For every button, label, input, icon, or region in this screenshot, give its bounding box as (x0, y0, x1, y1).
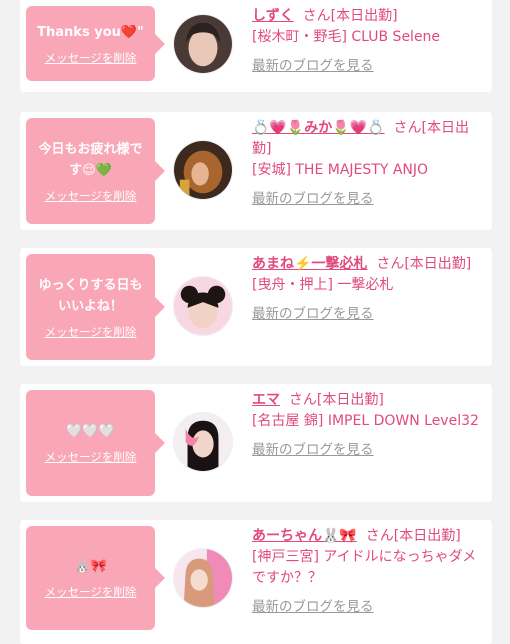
shop-name: [曳舟・押上] 一撃必札 (252, 277, 394, 293)
message-bubble: Thanks you❤️" メッセージを削除 (26, 6, 165, 81)
cast-info: 💍💗🌷みか🌷💗💍 さん[本日出勤] [安城] THE MAJESTY ANJO … (252, 118, 488, 210)
shop-name: [安城] THE MAJESTY ANJO (252, 162, 429, 178)
delete-message-link[interactable]: メッセージを削除 (45, 50, 137, 66)
message-bubble: ゆっくりする日もいいよね！ メッセージを削除 (26, 254, 165, 360)
cast-status: さん[本日出勤] (365, 528, 461, 544)
message-text: 🤍🤍🤍 (66, 424, 115, 439)
message-card: ゆっくりする日もいいよね！ メッセージを削除 あまね⚡️一撃必札 さん[本日出勤… (20, 248, 492, 366)
message-bubble: 🤍🤍🤍 メッセージを削除 (26, 390, 165, 496)
cast-name-link[interactable]: エマ (252, 392, 280, 408)
delete-message-link[interactable]: メッセージを削除 (45, 324, 137, 340)
latest-blog-link[interactable]: 最新のブログを見る (252, 189, 488, 210)
cast-info: あーちゃん🐰🎀 さん[本日出勤] [神戸三宮] アイドルになっちゃダメですか？？… (252, 526, 488, 618)
message-text: 🐰🎀 (74, 559, 107, 574)
message-card: 🤍🤍🤍 メッセージを削除 エマ さん[本日出勤] [名古屋 錦] IMPEL D… (20, 384, 492, 502)
cast-name-link[interactable]: 💍💗🌷みか🌷💗💍 (252, 120, 385, 136)
avatar[interactable] (173, 140, 233, 200)
cast-info: エマ さん[本日出勤] [名古屋 錦] IMPEL DOWN Level32 最… (252, 390, 488, 461)
shop-name: [桜木町・野毛] CLUB Selene (252, 29, 441, 45)
delete-message-link[interactable]: メッセージを削除 (45, 584, 137, 600)
cast-info: しずく さん[本日出勤] [桜木町・野毛] CLUB Selene 最新のブログ… (252, 6, 488, 77)
cast-name-link[interactable]: あーちゃん🐰🎀 (252, 528, 357, 544)
message-card: Thanks you❤️" メッセージを削除 しずく さん[本日出勤] [桜木町… (20, 0, 492, 92)
message-card: 今日もお疲れ様です😌💚 メッセージを削除 💍💗🌷みか🌷💗💍 さん[本日出勤] [… (20, 112, 492, 230)
avatar[interactable] (173, 412, 233, 472)
cast-info: あまね⚡️一撃必札 さん[本日出勤] [曳舟・押上] 一撃必札 最新のブログを見… (252, 254, 488, 325)
avatar[interactable] (173, 276, 233, 336)
avatar[interactable] (173, 14, 233, 74)
shop-name: [名古屋 錦] IMPEL DOWN Level32 (252, 413, 479, 429)
message-bubble: 🐰🎀 メッセージを削除 (26, 526, 165, 630)
cast-name-link[interactable]: あまね⚡️一撃必札 (252, 256, 367, 272)
delete-message-link[interactable]: メッセージを削除 (45, 449, 137, 465)
latest-blog-link[interactable]: 最新のブログを見る (252, 440, 488, 461)
message-card: 🐰🎀 メッセージを削除 あーちゃん🐰🎀 さん[本日出勤] [神戸三宮] アイドル… (20, 520, 492, 644)
avatar[interactable] (173, 548, 233, 608)
cast-status: さん[本日出勤] (376, 256, 472, 272)
latest-blog-link[interactable]: 最新のブログを見る (252, 56, 488, 77)
message-text: 今日もお疲れ様です😌💚 (38, 141, 143, 178)
latest-blog-link[interactable]: 最新のブログを見る (252, 597, 488, 618)
delete-message-link[interactable]: メッセージを削除 (45, 188, 137, 204)
message-text: ゆっくりする日もいいよね！ (38, 277, 143, 314)
message-bubble: 今日もお疲れ様です😌💚 メッセージを削除 (26, 118, 165, 224)
cast-status: さん[本日出勤] (302, 8, 398, 24)
cast-name-link[interactable]: しずく (252, 8, 294, 24)
shop-name: [神戸三宮] アイドルになっちゃダメですか？？ (252, 549, 477, 586)
cast-status: さん[本日出勤] (288, 392, 384, 408)
latest-blog-link[interactable]: 最新のブログを見る (252, 304, 488, 325)
message-text: Thanks you❤️" (37, 24, 144, 40)
